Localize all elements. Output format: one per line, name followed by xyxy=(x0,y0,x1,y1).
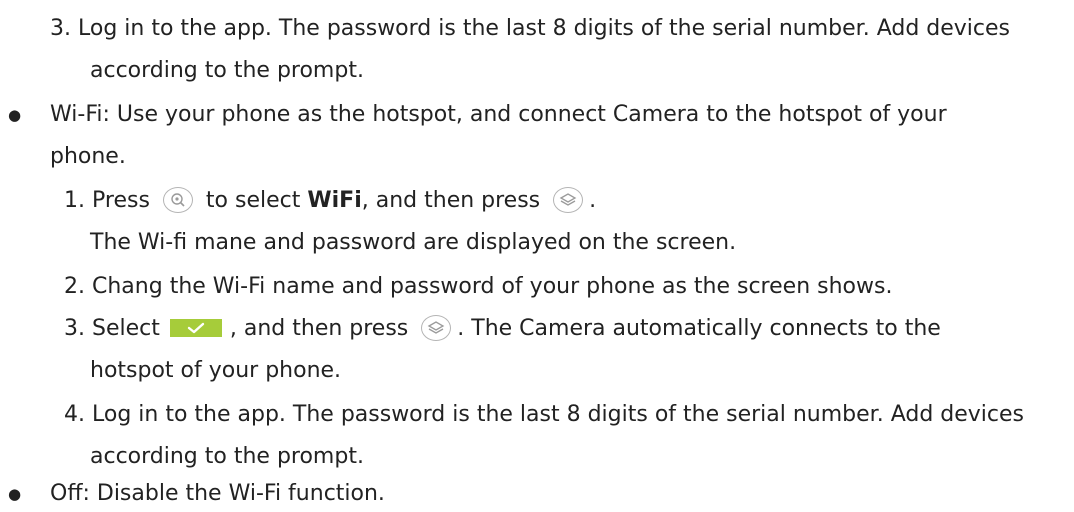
zoom-button-icon xyxy=(162,187,193,213)
check-icon xyxy=(169,319,222,337)
step-number: 2. xyxy=(64,274,85,299)
step-text-cont: hotspot of your phone. xyxy=(90,358,342,383)
wifi-text: Wi-Fi: Use your phone as the hotspot, an… xyxy=(50,102,947,127)
wifi-bullet-text: Wi-Fi: Use your phone as the hotspot, an… xyxy=(50,97,947,133)
off-text: Off: Disable the Wi-Fi function. xyxy=(50,481,385,506)
step-text: . xyxy=(589,188,597,213)
step-text: . The Camera automatically connects to t… xyxy=(457,316,941,341)
off-bullet-text: Off: Disable the Wi-Fi function. xyxy=(50,476,385,512)
wifi-step-2: 2. Chang the Wi-Fi name and password of … xyxy=(64,269,892,305)
wifi-step-1-note: The Wi-fi mane and password are displaye… xyxy=(90,225,736,261)
step-text: Select xyxy=(92,316,160,341)
wifi-bullet-continuation: phone. xyxy=(50,139,126,175)
wifi-step-4-continuation: according to the prompt. xyxy=(90,439,364,475)
step-3-continuation: according to the prompt. xyxy=(90,53,364,89)
step-3-line: 3. Log in to the app. The password is th… xyxy=(50,11,1010,47)
step-number: 3. xyxy=(50,16,71,41)
step-text: Log in to the app. The password is the l… xyxy=(92,402,1025,427)
wifi-step-4: 4. Log in to the app. The password is th… xyxy=(64,397,1024,433)
bullet-wifi: ● xyxy=(8,106,22,124)
step-text: to select xyxy=(205,188,301,213)
step-number: 1. xyxy=(64,188,85,213)
step-text: , and then press xyxy=(229,316,409,341)
wifi-step-3-continuation: hotspot of your phone. xyxy=(90,353,341,389)
step-number: 3. xyxy=(64,316,85,341)
wifi-step-1: 1. Press to select WiFi, and then press … xyxy=(64,183,596,219)
wifi-step-3: 3. Select , and then press . The Camera … xyxy=(64,311,941,347)
step-note: The Wi-fi mane and password are displaye… xyxy=(90,230,737,255)
step-text: , and then press xyxy=(361,188,541,213)
wifi-text-cont: phone. xyxy=(50,144,126,169)
step-text-cont: according to the prompt. xyxy=(90,444,364,469)
step-text: Chang the Wi-Fi name and password of you… xyxy=(92,274,893,299)
ok-button-icon xyxy=(421,315,452,341)
step-text: Log in to the app. The password is the l… xyxy=(78,16,1011,41)
step-number: 4. xyxy=(64,402,85,427)
wifi-option-label: WiFi xyxy=(307,188,362,213)
step-text: Press xyxy=(92,188,150,213)
bullet-off: ● xyxy=(8,485,22,503)
ok-button-icon xyxy=(553,187,584,213)
step-text-cont: according to the prompt. xyxy=(90,58,364,83)
